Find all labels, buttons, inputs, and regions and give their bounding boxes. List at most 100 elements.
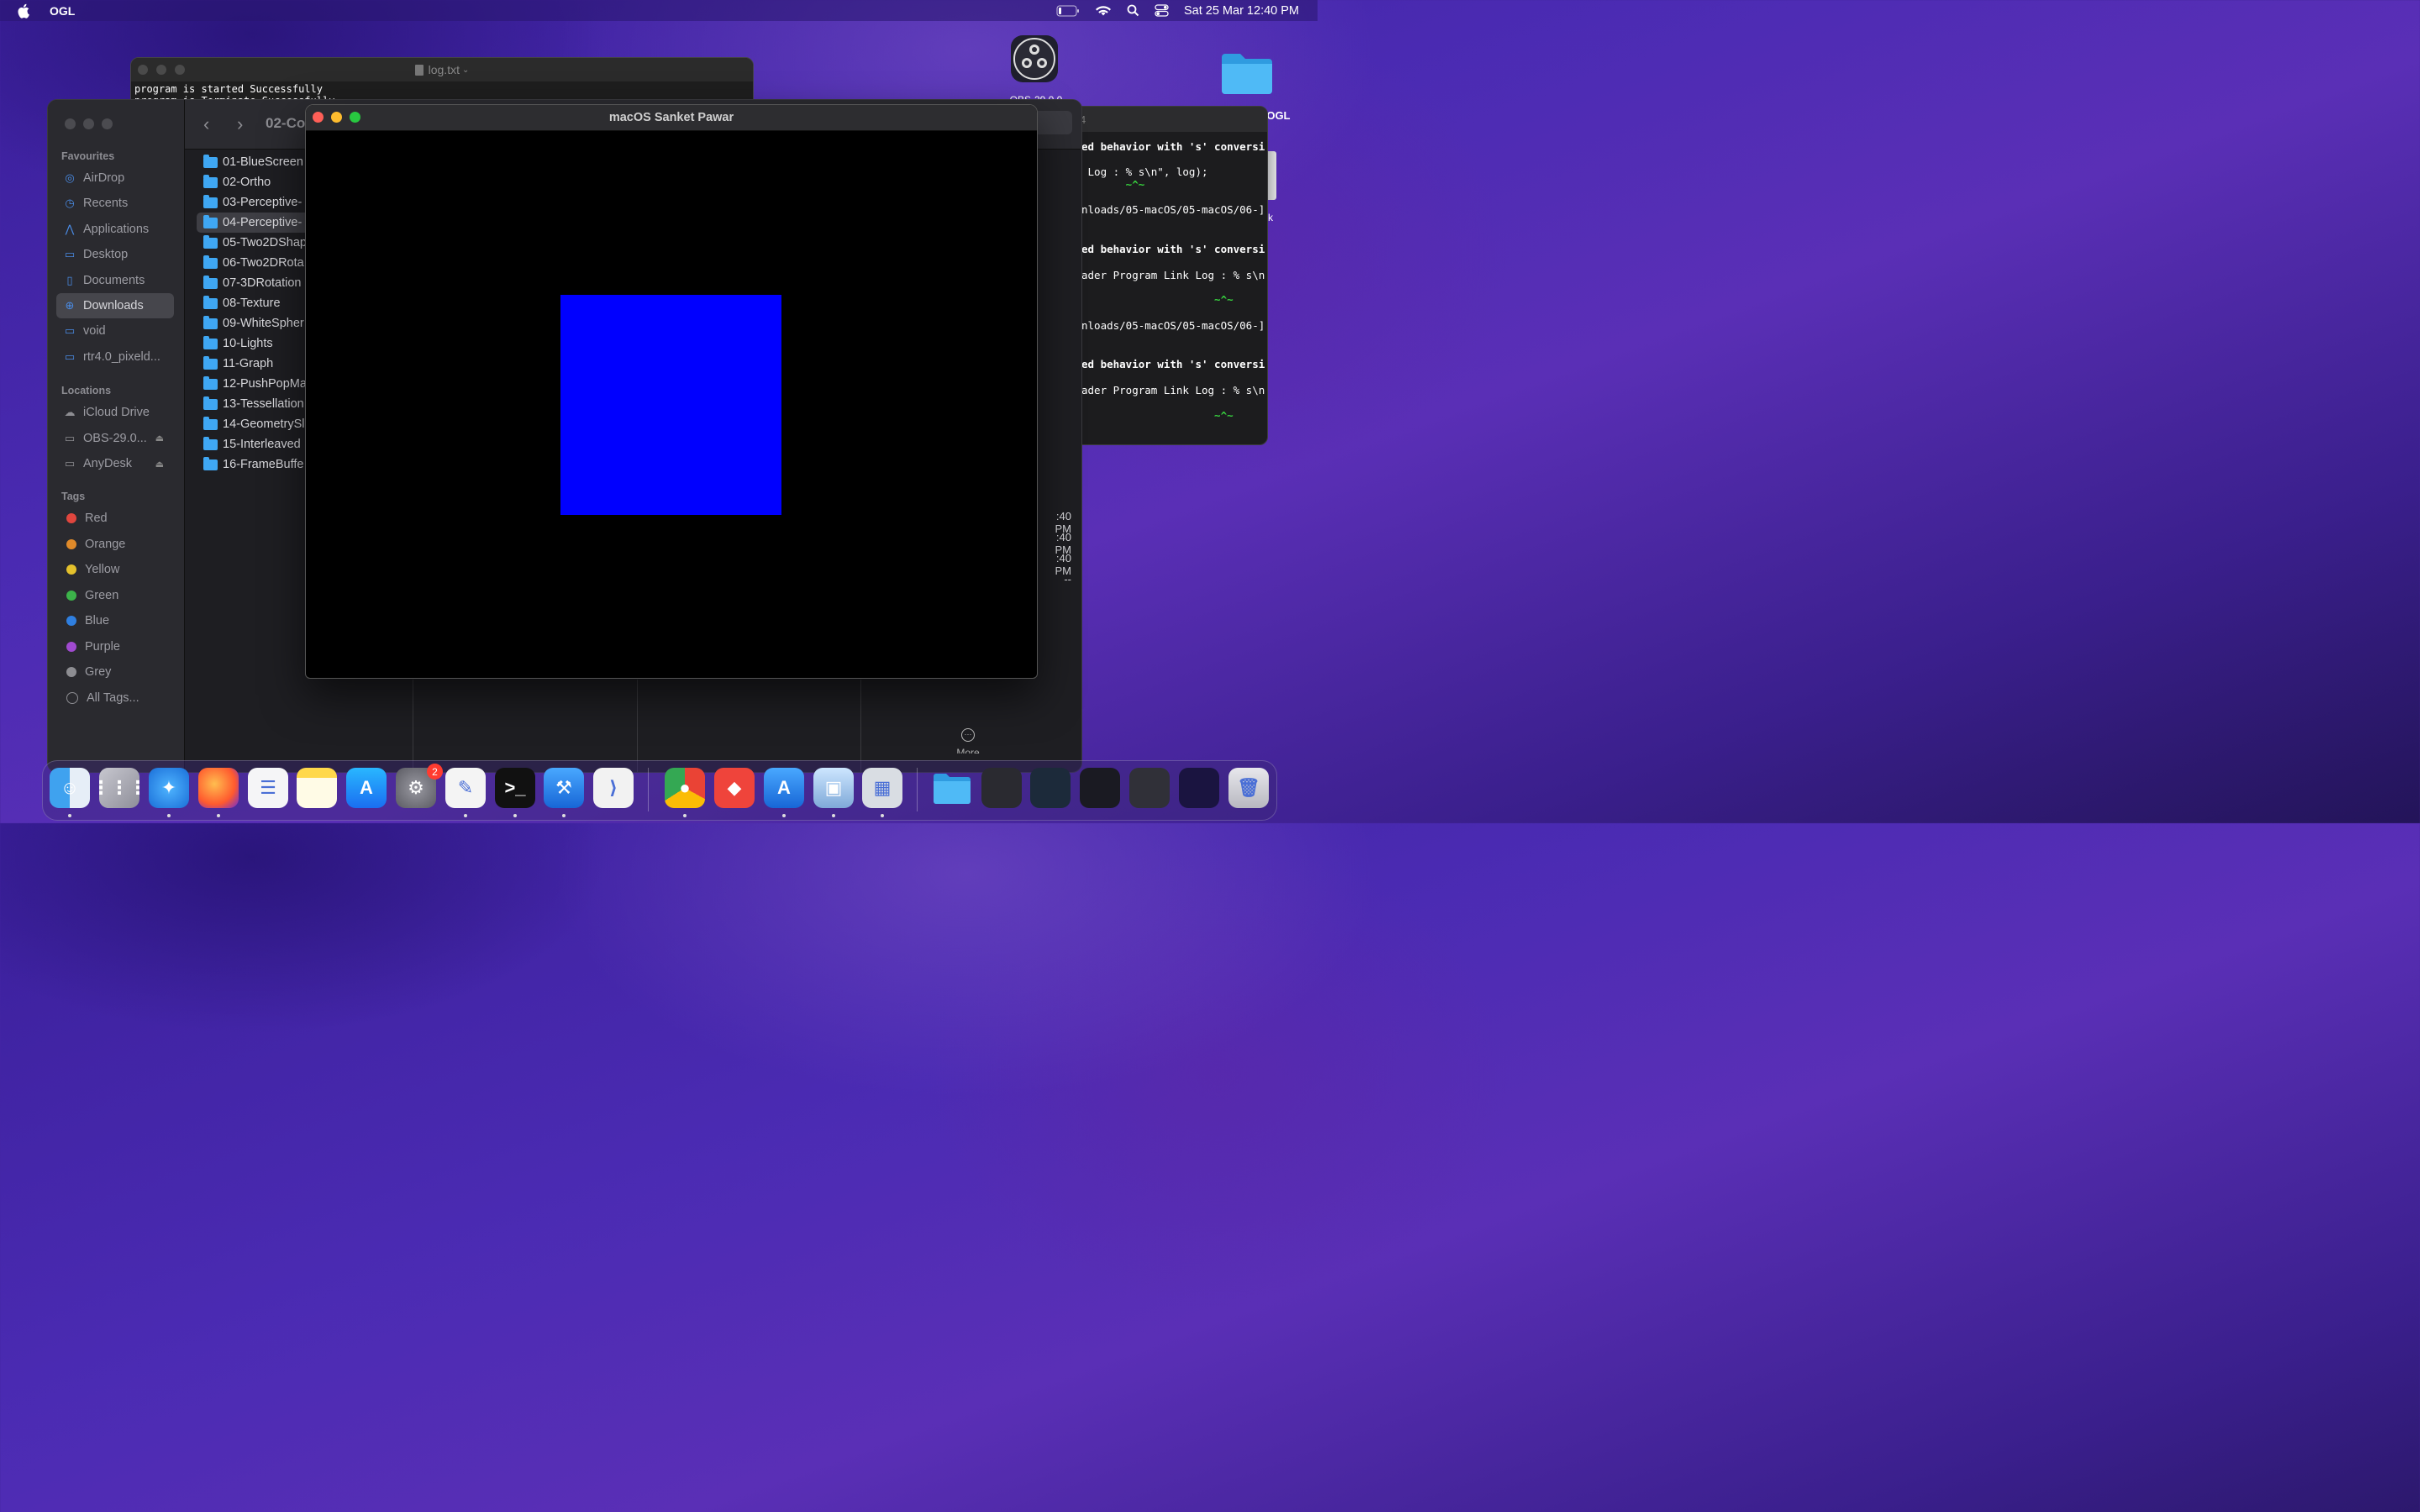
close-button[interactable] <box>65 118 76 129</box>
minimize-button[interactable] <box>331 112 342 123</box>
sidebar-item-applications[interactable]: ⋀ Applications <box>56 217 174 242</box>
sidebar-item-recents[interactable]: ◷ Recents <box>56 191 174 216</box>
tag-blue[interactable]: Blue <box>56 608 174 633</box>
sidebar-item-void[interactable]: ▭ void <box>56 318 174 344</box>
sidebar-location-2[interactable]: ▭ AnyDesk ⏏ <box>56 451 174 476</box>
file-name: 12-PushPopMa <box>223 377 307 391</box>
vscode-icon[interactable]: ⟩ <box>593 768 634 808</box>
locations-heading: Locations <box>61 385 112 396</box>
terminal-line: nloads/05-macOS/05-macOS/06-] <box>1081 319 1265 332</box>
more-button[interactable]: ··· More <box>955 728 981 753</box>
date-modified-cell: -- <box>1064 573 1071 585</box>
simulator-icon[interactable]: A <box>764 768 804 808</box>
all-tags-icon <box>66 691 78 704</box>
close-button[interactable] <box>138 65 148 75</box>
window-thumb-4[interactable] <box>1129 768 1170 808</box>
sidebar-item-airdrop[interactable]: ◎ AirDrop <box>56 165 174 191</box>
app-store-icon[interactable]: A <box>346 768 387 808</box>
close-button[interactable] <box>313 112 324 123</box>
folder-icon <box>203 154 218 168</box>
notes-icon[interactable] <box>297 768 337 808</box>
preview-icon[interactable]: ▣ <box>813 768 854 808</box>
folder-icon <box>203 456 218 470</box>
tag-yellow[interactable]: Yellow <box>56 557 174 582</box>
log-window-title: log.txt <box>428 63 460 76</box>
sidebar-item-label: iCloud Drive <box>83 406 150 419</box>
file-name: 06-Two2DRota <box>223 256 304 270</box>
document-icon <box>414 64 424 76</box>
zoom-button[interactable] <box>175 65 185 75</box>
minimize-button[interactable] <box>156 65 166 75</box>
file-name: 10-Lights <box>223 337 273 350</box>
sidebar-item-desktop[interactable]: ▭ Desktop <box>56 242 174 267</box>
menu-bar: OGL Sat 25 Mar 12:40 PM <box>0 0 1318 21</box>
folder-desktop-icon[interactable] <box>1220 50 1274 96</box>
tag-label: Red <box>85 512 108 525</box>
window-thumb-3[interactable] <box>1080 768 1120 808</box>
control-center-icon[interactable] <box>1155 4 1169 17</box>
downloads-stack-icon[interactable] <box>932 768 972 808</box>
terminal-line: ed behavior with 's' conversi <box>1081 140 1265 153</box>
sidebar-item-documents[interactable]: ▯ Documents <box>56 268 174 293</box>
eject-icon[interactable]: ⏏ <box>155 459 164 470</box>
gl-window-titlebar[interactable]: macOS Sanket Pawar <box>306 105 1037 131</box>
file-name: 16-FrameBuffe <box>223 458 304 471</box>
terminal-window[interactable]: 4 ed behavior with 's' conversi Log : % … <box>1074 106 1268 445</box>
obs-desktop-icon[interactable] <box>1011 35 1058 82</box>
xcode-icon[interactable]: ⚒ <box>544 768 584 808</box>
sidebar-location-1[interactable]: ▭ OBS-29.0... ⏏ <box>56 426 174 451</box>
path-title: 02-Co <box>266 115 306 131</box>
tag-green[interactable]: Green <box>56 583 174 608</box>
minimize-button[interactable] <box>83 118 94 129</box>
zoom-button[interactable] <box>102 118 113 129</box>
tag-orange[interactable]: Orange <box>56 532 174 557</box>
applications-icon: ⋀ <box>65 222 75 235</box>
firefox-icon[interactable] <box>198 768 239 808</box>
wifi-icon[interactable] <box>1095 4 1112 17</box>
window-thumb-2[interactable] <box>1030 768 1071 808</box>
all-tags[interactable]: All Tags... <box>56 685 174 711</box>
opengl-window[interactable]: macOS Sanket Pawar <box>305 104 1038 679</box>
safari-icon[interactable]: ✦ <box>149 768 189 808</box>
tag-color-dot <box>66 564 76 575</box>
spotlight-search-icon[interactable] <box>1127 4 1139 17</box>
system-settings-icon[interactable]: ⚙ 2 <box>396 764 443 808</box>
tag-grey[interactable]: Grey <box>56 659 174 685</box>
log-window-titlebar[interactable]: log.txt ⌄ <box>131 58 753 81</box>
file-name: 05-Two2DShap <box>223 236 307 249</box>
sidebar-item-label: Documents <box>83 273 145 287</box>
sidebar-item-downloads[interactable]: ⊕ Downloads <box>56 293 174 318</box>
window-thumb-1[interactable] <box>981 768 1022 808</box>
blank-app-icon[interactable]: ▦ <box>862 768 902 808</box>
folder-icon <box>203 355 218 370</box>
running-indicator <box>782 814 786 817</box>
battery-icon[interactable] <box>1056 5 1080 17</box>
sidebar-location-0[interactable]: ☁ iCloud Drive <box>56 400 174 425</box>
window-thumb-5[interactable] <box>1179 768 1219 808</box>
chevron-down-icon[interactable]: ⌄ <box>462 66 469 75</box>
dock-separator <box>917 768 918 811</box>
tag-color-dot <box>66 513 76 523</box>
launchpad-icon[interactable]: ⋮⋮⋮ <box>92 768 147 808</box>
terminal-icon[interactable]: >_ <box>495 768 535 808</box>
reminders-icon[interactable]: ☰ <box>248 768 288 808</box>
chrome-icon[interactable]: ● <box>665 768 705 808</box>
apple-menu-icon[interactable] <box>18 3 31 18</box>
anydesk-icon[interactable]: ◆ <box>714 768 755 808</box>
zoom-button[interactable] <box>350 112 360 123</box>
app-name[interactable]: OGL <box>50 4 75 18</box>
search-field[interactable] <box>1034 111 1072 134</box>
menubar-clock[interactable]: Sat 25 Mar 12:40 PM <box>1184 4 1299 18</box>
forward-button[interactable]: › <box>237 113 243 135</box>
back-button[interactable]: ‹ <box>203 113 209 135</box>
sidebar-item-rtr4-0-pixeld[interactable]: ▭ rtr4.0_pixeld... <box>56 344 174 370</box>
textedit-icon[interactable]: ✎ <box>445 768 486 808</box>
tag-color-dot <box>66 641 76 652</box>
tag-purple[interactable]: Purple <box>56 634 174 659</box>
finder-icon[interactable]: ☺ <box>50 768 90 808</box>
tag-red[interactable]: Red <box>56 506 174 531</box>
trash-icon[interactable]: 🗑 <box>1228 768 1269 808</box>
ellipsis-circle-icon: ··· <box>961 728 975 742</box>
eject-icon[interactable]: ⏏ <box>155 433 164 444</box>
tag-label: Grey <box>85 665 112 679</box>
